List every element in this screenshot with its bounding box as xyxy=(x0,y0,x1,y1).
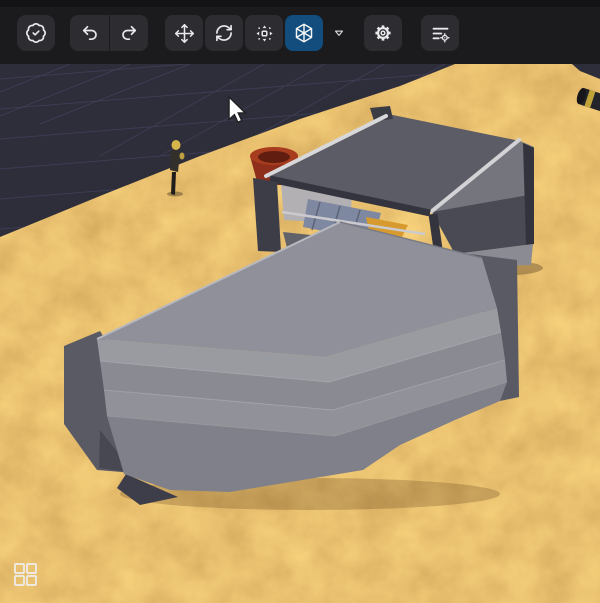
scale-tool-button[interactable] xyxy=(245,15,283,51)
dropdown-triangle-icon xyxy=(331,25,347,41)
move-tool-icon xyxy=(174,23,195,44)
3d-editor-window xyxy=(0,0,600,603)
tool-dropdown-button[interactable] xyxy=(326,15,352,51)
viewport-3d[interactable] xyxy=(0,64,600,603)
transform-cube-button[interactable] xyxy=(285,15,323,51)
transform-cube-icon xyxy=(293,22,315,44)
undo-button[interactable] xyxy=(70,15,109,51)
toolbar xyxy=(0,0,600,64)
list-options-button[interactable] xyxy=(421,15,459,51)
redo-icon xyxy=(119,23,139,43)
scale-tool-icon xyxy=(254,23,275,44)
rotate-tool-button[interactable] xyxy=(205,15,243,51)
rotate-tool-icon xyxy=(214,23,234,43)
move-tool-button[interactable] xyxy=(165,15,203,51)
badge-check-icon xyxy=(25,22,47,44)
settings-gear-icon xyxy=(372,22,394,44)
undo-icon xyxy=(80,23,100,43)
toolbar-top-strip xyxy=(0,0,600,7)
settings-button[interactable] xyxy=(364,15,402,51)
list-options-icon xyxy=(430,23,451,44)
redo-button[interactable] xyxy=(110,15,148,51)
badge-check-button[interactable] xyxy=(17,15,55,51)
